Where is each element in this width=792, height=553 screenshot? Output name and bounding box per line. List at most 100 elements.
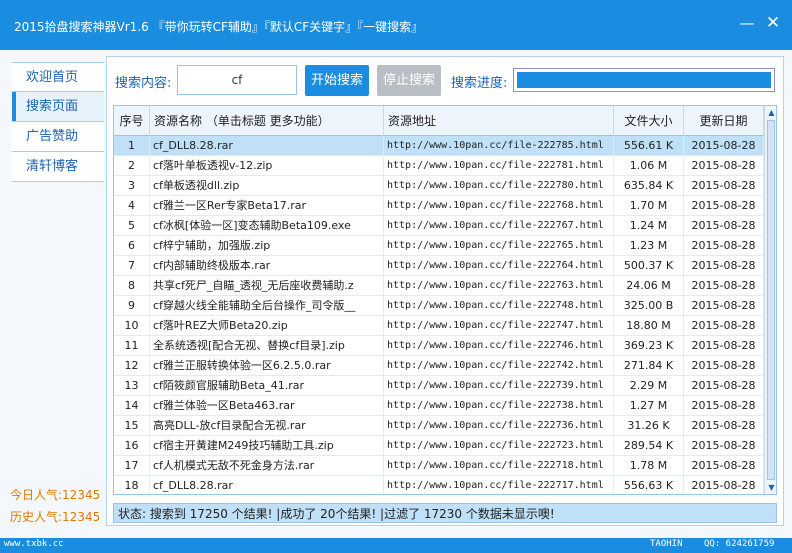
cell-index: 4 bbox=[114, 196, 150, 216]
cell-date: 2015-08-28 bbox=[684, 196, 764, 216]
column-header-url[interactable]: 资源地址 bbox=[384, 106, 614, 136]
cell-name[interactable]: cf雅兰一区Rer专家Beta17.rar bbox=[150, 196, 384, 216]
cell-name[interactable]: cf内部辅助终极版本.rar bbox=[150, 256, 384, 276]
table-row[interactable]: 17 cf人机模式无敌不死金身方法.rar http://www.10pan.cc/… bbox=[114, 456, 764, 476]
column-header-index[interactable]: 序号 bbox=[114, 106, 150, 136]
cell-index: 11 bbox=[114, 336, 150, 356]
scroll-thumb[interactable] bbox=[767, 120, 775, 480]
cell-size: 24.06 M bbox=[614, 276, 684, 296]
table-row[interactable]: 10 cf落叶REZ大师Beta20.zip http://www.10pan.cc… bbox=[114, 316, 764, 336]
vertical-scrollbar[interactable]: ▲ ▼ bbox=[764, 106, 776, 494]
cell-index: 13 bbox=[114, 376, 150, 396]
history-views: 历史人气:12345 bbox=[10, 510, 101, 524]
cell-date: 2015-08-28 bbox=[684, 336, 764, 356]
cell-index: 12 bbox=[114, 356, 150, 376]
keyword-input[interactable] bbox=[177, 65, 297, 95]
cell-name[interactable]: 高亮DLL-放cf目录配合无视.rar bbox=[150, 416, 384, 436]
sidebar-item-search[interactable]: 搜索页面 bbox=[12, 92, 104, 122]
cell-name[interactable]: cf落叶单板透视v-12.zip bbox=[150, 156, 384, 176]
cell-index: 15 bbox=[114, 416, 150, 436]
table-row[interactable]: 15 高亮DLL-放cf目录配合无视.rar http://www.10pan.cc… bbox=[114, 416, 764, 436]
column-header-date[interactable]: 更新日期 bbox=[684, 106, 764, 136]
column-header-name[interactable]: 资源名称 （单击标题 更多功能） bbox=[150, 106, 384, 136]
cell-url: http://www.10pan.cc/file-222765.html bbox=[384, 236, 614, 256]
cell-url: http://www.10pan.cc/file-222738.html bbox=[384, 396, 614, 416]
cell-size: 1.24 M bbox=[614, 216, 684, 236]
cell-name[interactable]: cf雅兰体验一区Beta463.rar bbox=[150, 396, 384, 416]
cell-url: http://www.10pan.cc/file-222736.html bbox=[384, 416, 614, 436]
cell-name[interactable]: cf_DLL8.28.rar bbox=[150, 136, 384, 156]
today-views: 今日人气:12345 bbox=[10, 488, 101, 502]
cell-index: 14 bbox=[114, 396, 150, 416]
table-row[interactable]: 7 cf内部辅助终极版本.rar http://www.10pan.cc/file-… bbox=[114, 256, 764, 276]
cell-name[interactable]: cf单板透视dll.zip bbox=[150, 176, 384, 196]
cell-name[interactable]: cf宿主开黄建M249技巧辅助工具.zip bbox=[150, 436, 384, 456]
close-button[interactable]: ✕ bbox=[762, 12, 784, 34]
cell-url: http://www.10pan.cc/file-222763.html bbox=[384, 276, 614, 296]
cell-size: 1.78 M bbox=[614, 456, 684, 476]
cell-name[interactable]: cf_DLL8.28.rar bbox=[150, 476, 384, 494]
progress-fill bbox=[517, 72, 771, 88]
scroll-up-icon[interactable]: ▲ bbox=[765, 106, 776, 119]
cell-index: 9 bbox=[114, 296, 150, 316]
table-row[interactable]: 11 全系统透视[配合无视、替换cf目录].zip http://www.10pan… bbox=[114, 336, 764, 356]
table-row[interactable]: 1 cf_DLL8.28.rar http://www.10pan.cc/file-… bbox=[114, 136, 764, 156]
title-bar: 2015拾盘搜索神器Vr1.6 『带你玩转CF辅助』『默认CF关键字』『一键搜索… bbox=[0, 0, 792, 50]
table-row[interactable]: 3 cf单板透视dll.zip http://www.10pan.cc/file-2… bbox=[114, 176, 764, 196]
cell-size: 1.27 M bbox=[614, 396, 684, 416]
table-row[interactable]: 18 cf_DLL8.28.rar http://www.10pan.cc/file… bbox=[114, 476, 764, 494]
scroll-down-icon[interactable]: ▼ bbox=[765, 481, 776, 494]
cell-date: 2015-08-28 bbox=[684, 396, 764, 416]
cell-url: http://www.10pan.cc/file-222747.html bbox=[384, 316, 614, 336]
cell-date: 2015-08-28 bbox=[684, 216, 764, 236]
table-row[interactable]: 8 共享cf死尸_自瞄_透视_无后座收费辅助.z http://www.10pan.… bbox=[114, 276, 764, 296]
cell-url: http://www.10pan.cc/file-222739.html bbox=[384, 376, 614, 396]
table-row[interactable]: 2 cf落叶单板透视v-12.zip http://www.10pan.cc/fil… bbox=[114, 156, 764, 176]
cell-index: 7 bbox=[114, 256, 150, 276]
minimize-button[interactable]: — bbox=[736, 12, 758, 34]
cell-size: 325.00 B bbox=[614, 296, 684, 316]
cell-name[interactable]: cf雅兰正服转换体验一区6.2.5.0.rar bbox=[150, 356, 384, 376]
cell-size: 1.06 M bbox=[614, 156, 684, 176]
cell-date: 2015-08-28 bbox=[684, 236, 764, 256]
sidebar-item-sponsor[interactable]: 广告赞助 bbox=[12, 122, 104, 152]
cell-date: 2015-08-28 bbox=[684, 376, 764, 396]
cell-date: 2015-08-28 bbox=[684, 416, 764, 436]
cell-size: 1.23 M bbox=[614, 236, 684, 256]
cell-index: 17 bbox=[114, 456, 150, 476]
footer-bar: www.txbk.cc TAOHIN QQ: 624261759 bbox=[0, 538, 792, 553]
table-row[interactable]: 9 cf穿越火线全能辅助全后台操作_司令版__ http://www.10pan.c… bbox=[114, 296, 764, 316]
table-row[interactable]: 13 cf陌筱颜官服辅助Beta_41.rar http://www.10pan.c… bbox=[114, 376, 764, 396]
table-row[interactable]: 4 cf雅兰一区Rer专家Beta17.rar http://www.10pan.c… bbox=[114, 196, 764, 216]
cell-url: http://www.10pan.cc/file-222746.html bbox=[384, 336, 614, 356]
cell-name[interactable]: cf穿越火线全能辅助全后台操作_司令版__ bbox=[150, 296, 384, 316]
cell-date: 2015-08-28 bbox=[684, 296, 764, 316]
cell-name[interactable]: 共享cf死尸_自瞄_透视_无后座收费辅助.z bbox=[150, 276, 384, 296]
cell-name[interactable]: 全系统透视[配合无视、替换cf目录].zip bbox=[150, 336, 384, 356]
cell-url: http://www.10pan.cc/file-222717.html bbox=[384, 476, 614, 494]
cell-name[interactable]: cf陌筱颜官服辅助Beta_41.rar bbox=[150, 376, 384, 396]
table-row[interactable]: 12 cf雅兰正服转换体验一区6.2.5.0.rar http://www.10pa… bbox=[114, 356, 764, 376]
start-search-button[interactable]: 开始搜索 bbox=[305, 65, 369, 96]
cell-size: 369.23 K bbox=[614, 336, 684, 356]
table-row[interactable]: 5 cf冰枫[体验一区]变态辅助Beta109.exe http://www.10p… bbox=[114, 216, 764, 236]
footer-qq: QQ: 624261759 bbox=[704, 539, 775, 549]
table-row[interactable]: 14 cf雅兰体验一区Beta463.rar http://www.10pan.cc… bbox=[114, 396, 764, 416]
sidebar-item-blog[interactable]: 清轩博客 bbox=[12, 152, 104, 182]
window-title: 2015拾盘搜索神器Vr1.6 『带你玩转CF辅助』『默认CF关键字』『一键搜索… bbox=[14, 20, 424, 34]
stop-search-button[interactable]: 停止搜索 bbox=[377, 65, 441, 96]
cell-name[interactable]: cf人机模式无敌不死金身方法.rar bbox=[150, 456, 384, 476]
sidebar: 欢迎首页 搜索页面 广告赞助 清轩博客 bbox=[12, 62, 104, 182]
cell-index: 18 bbox=[114, 476, 150, 494]
cell-name[interactable]: cf梓宁辅助，加强版.zip bbox=[150, 236, 384, 256]
cell-date: 2015-08-28 bbox=[684, 256, 764, 276]
cell-index: 6 bbox=[114, 236, 150, 256]
table-row[interactable]: 6 cf梓宁辅助，加强版.zip http://www.10pan.cc/file-… bbox=[114, 236, 764, 256]
cell-name[interactable]: cf冰枫[体验一区]变态辅助Beta109.exe bbox=[150, 216, 384, 236]
cell-name[interactable]: cf落叶REZ大师Beta20.zip bbox=[150, 316, 384, 336]
cell-size: 271.84 K bbox=[614, 356, 684, 376]
table-row[interactable]: 16 cf宿主开黄建M249技巧辅助工具.zip http://www.10pan.… bbox=[114, 436, 764, 456]
cell-date: 2015-08-28 bbox=[684, 356, 764, 376]
sidebar-item-welcome[interactable]: 欢迎首页 bbox=[12, 62, 104, 92]
column-header-size[interactable]: 文件大小 bbox=[614, 106, 684, 136]
